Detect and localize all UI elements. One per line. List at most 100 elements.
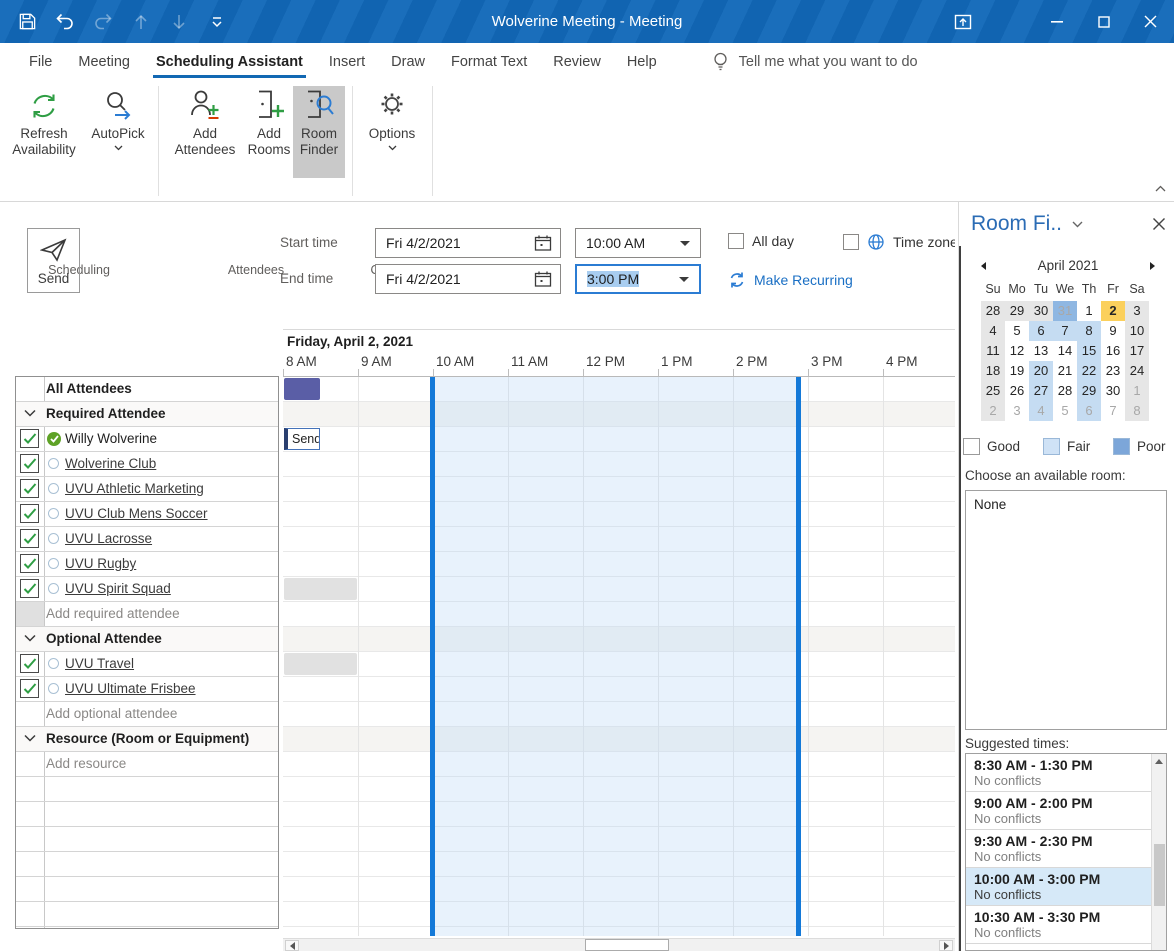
calendar-date-5[interactable]: 5 — [1053, 401, 1077, 421]
grid-row-add-resource[interactable] — [283, 752, 955, 777]
calendar-date-6[interactable]: 6 — [1029, 321, 1053, 341]
attendee-row-optional-attendee[interactable]: Optional Attendee — [16, 627, 278, 652]
start-time-combo[interactable]: 10:00 AM — [575, 228, 701, 258]
tab-help[interactable]: Help — [614, 43, 670, 80]
event-busy[interactable] — [284, 653, 357, 675]
calendar-date-2[interactable]: 2 — [1101, 301, 1125, 321]
attendee-name[interactable]: Willy Wolverine — [65, 431, 157, 446]
attendee-row-uvu-spirit-squad[interactable]: UVU Spirit Squad — [16, 577, 278, 602]
calendar-date-26[interactable]: 26 — [1005, 381, 1029, 401]
attendee-checkbox[interactable] — [20, 429, 39, 448]
add-attendee-placeholder[interactable]: Add resource — [46, 756, 126, 771]
attendee-row-uvu-lacrosse[interactable]: UVU Lacrosse — [16, 527, 278, 552]
grid-row-uvu-spirit-squad[interactable] — [283, 577, 955, 602]
attendee-name[interactable]: UVU Athletic Marketing — [65, 481, 204, 496]
calendar-date-2[interactable]: 2 — [981, 401, 1005, 421]
available-rooms-list[interactable]: None — [965, 490, 1167, 730]
suggested-time-item[interactable]: 10:30 AM - 3:30 PMNo conflicts — [966, 906, 1152, 944]
calendar-date-1[interactable]: 1 — [1077, 301, 1101, 321]
scrollbar-thumb[interactable] — [1154, 844, 1165, 906]
attendee-row-uvu-travel[interactable]: UVU Travel — [16, 652, 278, 677]
grid-row-empty[interactable] — [283, 827, 955, 852]
calendar-date-13[interactable]: 13 — [1029, 341, 1053, 361]
scroll-right-icon[interactable] — [939, 940, 953, 951]
make-recurring-link[interactable]: Make Recurring — [728, 271, 853, 289]
attendee-row-add-required-attendee[interactable]: Add required attendee — [16, 602, 278, 627]
checkbox-icon[interactable] — [728, 233, 744, 249]
add-attendees-button[interactable]: Add Attendees — [166, 86, 244, 178]
grid-row-add-required-attendee[interactable] — [283, 602, 955, 627]
tab-insert[interactable]: Insert — [316, 43, 378, 80]
calendar-date-23[interactable]: 23 — [1101, 361, 1125, 381]
scroll-up-icon[interactable] — [1155, 759, 1163, 764]
maximize-icon[interactable] — [1080, 0, 1127, 43]
calendar-date-29[interactable]: 29 — [1077, 381, 1101, 401]
grid-row-empty[interactable] — [283, 852, 955, 877]
calendar-date-30[interactable]: 30 — [1101, 381, 1125, 401]
attendee-checkbox[interactable] — [20, 479, 39, 498]
grid-row-uvu-ultimate-frisbee[interactable] — [283, 677, 955, 702]
calendar-date-16[interactable]: 16 — [1101, 341, 1125, 361]
suggested-time-item[interactable]: 9:00 AM - 2:00 PMNo conflicts — [966, 792, 1152, 830]
attendee-row-all-attendees[interactable]: All Attendees — [16, 377, 278, 402]
calendar-date-10[interactable]: 10 — [1125, 321, 1149, 341]
suggested-time-item[interactable]: 10:00 AM - 3:00 PMNo conflicts — [966, 868, 1152, 906]
attendee-name[interactable]: UVU Lacrosse — [65, 531, 152, 546]
event-combined-busy[interactable] — [284, 378, 320, 400]
grid-row-empty[interactable] — [283, 802, 955, 827]
calendar-date-18[interactable]: 18 — [981, 361, 1005, 381]
attendee-row-wolverine-club[interactable]: Wolverine Club — [16, 452, 278, 477]
chevron-down-icon[interactable] — [24, 734, 36, 742]
attendee-name[interactable]: UVU Travel — [65, 656, 134, 671]
attendee-row-resource-room-or-equipment[interactable]: Resource (Room or Equipment) — [16, 727, 278, 752]
grid-row-wolverine-club[interactable] — [283, 452, 955, 477]
calendar-date-7[interactable]: 7 — [1053, 321, 1077, 341]
undo-icon[interactable] — [48, 5, 82, 39]
suggested-scrollbar[interactable] — [1151, 754, 1166, 950]
attendee-row-add-resource[interactable]: Add resource — [16, 752, 278, 777]
attendee-name[interactable]: UVU Rugby — [65, 556, 136, 571]
chevron-down-icon[interactable] — [24, 634, 36, 642]
tab-meeting[interactable]: Meeting — [65, 43, 143, 80]
grid-row-empty[interactable] — [283, 902, 955, 927]
close-panel-icon[interactable] — [1152, 217, 1166, 231]
customize-qat-icon[interactable] — [200, 5, 234, 39]
attendee-name[interactable]: UVU Spirit Squad — [65, 581, 171, 596]
attendee-checkbox[interactable] — [20, 654, 39, 673]
end-date-field[interactable]: Fri 4/2/2021 — [375, 264, 561, 294]
horizontal-scrollbar[interactable] — [283, 938, 955, 951]
grid-row-uvu-lacrosse[interactable] — [283, 527, 955, 552]
event-appointment[interactable]: Send — [284, 428, 320, 450]
attendee-name[interactable]: UVU Ultimate Frisbee — [65, 681, 196, 696]
all-day-checkbox[interactable]: All day — [728, 233, 794, 249]
grid-row-uvu-club-mens-soccer[interactable] — [283, 502, 955, 527]
collapse-ribbon-icon[interactable] — [1155, 185, 1166, 192]
suggested-time-item[interactable]: 9:30 AM - 2:30 PMNo conflicts — [966, 830, 1152, 868]
tab-scheduling-assistant[interactable]: Scheduling Assistant — [143, 43, 316, 80]
attendee-checkbox[interactable] — [20, 579, 39, 598]
time-zones-checkbox[interactable]: Time zones — [843, 233, 955, 251]
attendee-checkbox[interactable] — [20, 679, 39, 698]
send-button[interactable]: Send — [27, 228, 80, 293]
attendee-row-uvu-club-mens-soccer[interactable]: UVU Club Mens Soccer — [16, 502, 278, 527]
calendar-date-29[interactable]: 29 — [1005, 301, 1029, 321]
next-month-icon[interactable] — [1150, 262, 1155, 270]
calendar-date-4[interactable]: 4 — [1029, 401, 1053, 421]
start-date-field[interactable]: Fri 4/2/2021 — [375, 228, 561, 258]
attendee-checkbox[interactable] — [20, 454, 39, 473]
attendee-row-willy-wolverine[interactable]: Willy Wolverine — [16, 427, 278, 452]
grid-row-empty[interactable] — [283, 777, 955, 802]
room-list-item[interactable]: None — [974, 497, 1158, 512]
grid-row-all-attendees[interactable] — [283, 377, 955, 402]
grid-row-optional-attendee[interactable] — [283, 627, 955, 652]
scrollbar-thumb[interactable] — [585, 939, 669, 951]
calendar-date-27[interactable]: 27 — [1029, 381, 1053, 401]
event-busy[interactable] — [284, 578, 357, 600]
chevron-down-icon[interactable] — [679, 277, 689, 282]
calendar-date-7[interactable]: 7 — [1101, 401, 1125, 421]
calendar-date-20[interactable]: 20 — [1029, 361, 1053, 381]
grid-row-willy-wolverine[interactable] — [283, 427, 955, 452]
tab-draw[interactable]: Draw — [378, 43, 438, 80]
add-attendee-placeholder[interactable]: Add required attendee — [46, 606, 180, 621]
attendee-row-add-optional-attendee[interactable]: Add optional attendee — [16, 702, 278, 727]
